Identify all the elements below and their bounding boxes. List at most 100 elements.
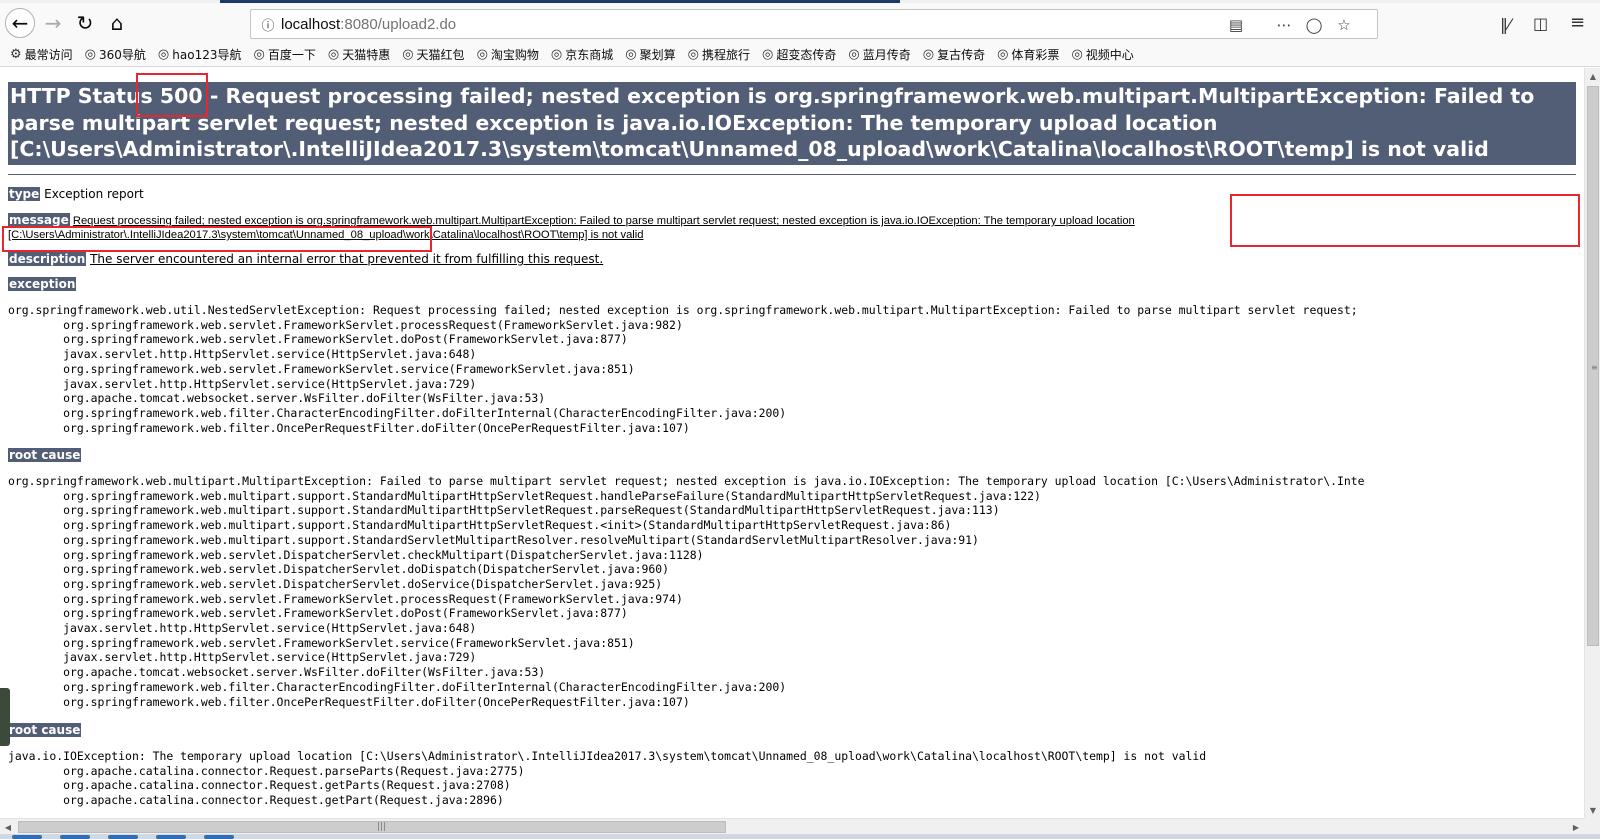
bookmark-item[interactable]: ◎ 淘宝购物 — [477, 46, 539, 63]
bookmark-label: 淘宝购物 — [490, 48, 539, 62]
root-cause-stack-trace-2: java.io.IOException: The temporary uploa… — [8, 749, 1207, 808]
taskbar-item[interactable] — [204, 835, 234, 839]
arrow-left-icon: ← — [11, 11, 29, 35]
bookmark-label: 视频中心 — [1085, 48, 1134, 62]
bookmark-item[interactable]: ◎ 天猫特惠 — [328, 46, 390, 63]
root-cause-label-2: root cause — [8, 723, 82, 737]
globe-icon: ◎ — [762, 47, 774, 62]
exception-stack-trace: org.springframework.web.util.NestedServl… — [8, 303, 1358, 435]
type-value: Exception report — [44, 187, 144, 201]
vertical-scrollbar[interactable]: ▲ ≡ ▼ — [1584, 68, 1600, 818]
globe-icon: ◎ — [922, 47, 935, 62]
vertical-scroll-thumb[interactable]: ≡ — [1587, 86, 1599, 646]
description-label: description — [8, 252, 87, 266]
bookmark-label: 聚划算 — [639, 48, 676, 62]
divider — [8, 174, 1576, 175]
type-label: type — [8, 187, 41, 201]
reload-button[interactable]: ↻ — [70, 8, 100, 38]
url-bar[interactable]: ⓘ localhost:8080/upload2.do ▤ ⋯ ◯ ☆ — [250, 9, 1378, 39]
pocket-icon[interactable]: ◯ — [1303, 14, 1325, 36]
page-title: HTTP Status 500 - Request processing fai… — [8, 82, 1576, 165]
globe-icon: ◎ — [327, 47, 340, 62]
hamburger-menu-icon[interactable]: ≡ — [1570, 12, 1585, 33]
globe-icon: ◎ — [625, 47, 637, 62]
bookmark-item[interactable]: ◎ 蓝月传奇 — [848, 46, 910, 63]
page-content: HTTP Status 500 - Request processing fai… — [0, 68, 1584, 818]
bookmark-label: 最常访问 — [24, 48, 73, 62]
annotation-box-upload-path — [1230, 194, 1580, 247]
bookmark-item[interactable]: ◎ 超变态传奇 — [762, 46, 836, 63]
scroll-right-icon[interactable]: ▶ — [1568, 819, 1584, 835]
globe-icon: ◎ — [253, 47, 265, 62]
message-label: message — [8, 213, 70, 227]
side-panel-handle[interactable] — [0, 688, 10, 746]
horizontal-scroll-thumb[interactable]: ||| — [18, 821, 726, 833]
bookmark-item[interactable]: ◎ 京东商城 — [551, 46, 613, 63]
bookmark-item[interactable]: ◎ 携程旅行 — [688, 46, 750, 63]
root-cause-label: root cause — [8, 448, 82, 462]
gear-icon: ⚙ — [10, 47, 22, 62]
exception-row: exception — [8, 277, 77, 291]
bookmark-item[interactable]: ◎ 360导航 — [85, 46, 146, 63]
bookmark-label: 天猫红包 — [416, 48, 465, 62]
info-icon[interactable]: ⓘ — [255, 15, 281, 34]
bookmark-label: 蓝月传奇 — [862, 48, 911, 62]
url-host: localhost — [281, 15, 341, 33]
bookmark-label: 百度一下 — [267, 48, 316, 62]
grip-icon: ≡ — [1591, 363, 1598, 372]
taskbar-item[interactable] — [12, 835, 42, 839]
root-cause-row-2: root cause — [8, 723, 82, 737]
bookmark-item[interactable]: ◎ 百度一下 — [253, 46, 315, 63]
url-path: :8080/upload2.do — [340, 15, 457, 33]
scroll-corner — [1584, 818, 1600, 834]
arrow-right-icon: → — [44, 11, 62, 35]
library-icon[interactable]: ‖⁄ — [1500, 15, 1511, 34]
more-actions-icon[interactable]: ⋯ — [1273, 14, 1295, 36]
bookmark-item[interactable]: ◎ 体育彩票 — [997, 46, 1059, 63]
bookmark-label: 携程旅行 — [701, 48, 750, 62]
scroll-up-icon[interactable]: ▲ — [1585, 68, 1600, 84]
taskbar-item[interactable] — [156, 835, 186, 839]
bookmark-item[interactable]: ◎ hao123导航 — [158, 46, 242, 63]
bookmark-item[interactable]: ◎ 聚划算 — [625, 46, 675, 63]
bookmark-item[interactable]: ⚙ 最常访问 — [10, 46, 73, 63]
bookmark-star-icon[interactable]: ☆ — [1333, 14, 1355, 36]
annotation-box-status-code — [136, 73, 208, 117]
navigation-toolbar: ← → ↻ ⌂ ⓘ localhost:8080/upload2.do ▤ ⋯ … — [0, 3, 1600, 43]
bookmark-item[interactable]: ◎ 天猫红包 — [402, 46, 464, 63]
home-button[interactable]: ⌂ — [102, 8, 132, 38]
bookmark-label: 360导航 — [99, 48, 146, 62]
home-icon: ⌂ — [110, 11, 124, 35]
bookmark-label: 复古传奇 — [937, 48, 986, 62]
sidebar-icon[interactable]: ◫ — [1533, 14, 1548, 33]
taskbar-item[interactable] — [60, 835, 90, 839]
globe-icon: ◎ — [84, 47, 97, 62]
bookmark-item[interactable]: ◎ 视频中心 — [1071, 46, 1133, 63]
bookmark-label: 体育彩票 — [1011, 48, 1060, 62]
globe-icon: ◎ — [402, 47, 414, 62]
bookmarks-toolbar: ⚙ 最常访问 ◎ 360导航 ◎ hao123导航 ◎ 百度一下 ◎ 天猫特惠 ◎ 天猫红包 ◎ 淘宝购物… — [0, 43, 1600, 67]
reload-icon: ↻ — [76, 11, 94, 35]
scroll-left-icon[interactable]: ◀ — [0, 819, 16, 835]
description-row: description The server encountered an in… — [8, 252, 603, 266]
forward-button[interactable]: → — [38, 8, 68, 38]
globe-icon: ◎ — [848, 47, 860, 62]
bookmark-label: 京东商城 — [565, 48, 614, 62]
taskbar-item[interactable] — [108, 835, 138, 839]
exception-label: exception — [8, 277, 77, 291]
back-button[interactable]: ← — [5, 8, 35, 38]
globe-icon: ◎ — [476, 47, 488, 62]
globe-icon: ◎ — [687, 47, 699, 62]
bookmark-label: hao123导航 — [172, 48, 242, 62]
bookmark-label: 超变态传奇 — [776, 48, 837, 62]
type-row: type Exception report — [8, 187, 144, 201]
reader-view-icon[interactable]: ▤ — [1225, 14, 1247, 36]
globe-icon: ◎ — [550, 47, 563, 62]
scroll-down-icon[interactable]: ▼ — [1585, 802, 1600, 818]
url-text[interactable]: localhost:8080/upload2.do — [281, 16, 456, 33]
horizontal-scrollbar[interactable]: ◀ ||| ▶ — [0, 818, 1584, 834]
globe-icon: ◎ — [997, 47, 1009, 62]
taskbar — [0, 834, 1600, 839]
bookmark-item[interactable]: ◎ 复古传奇 — [923, 46, 985, 63]
root-cause-row: root cause — [8, 448, 82, 462]
